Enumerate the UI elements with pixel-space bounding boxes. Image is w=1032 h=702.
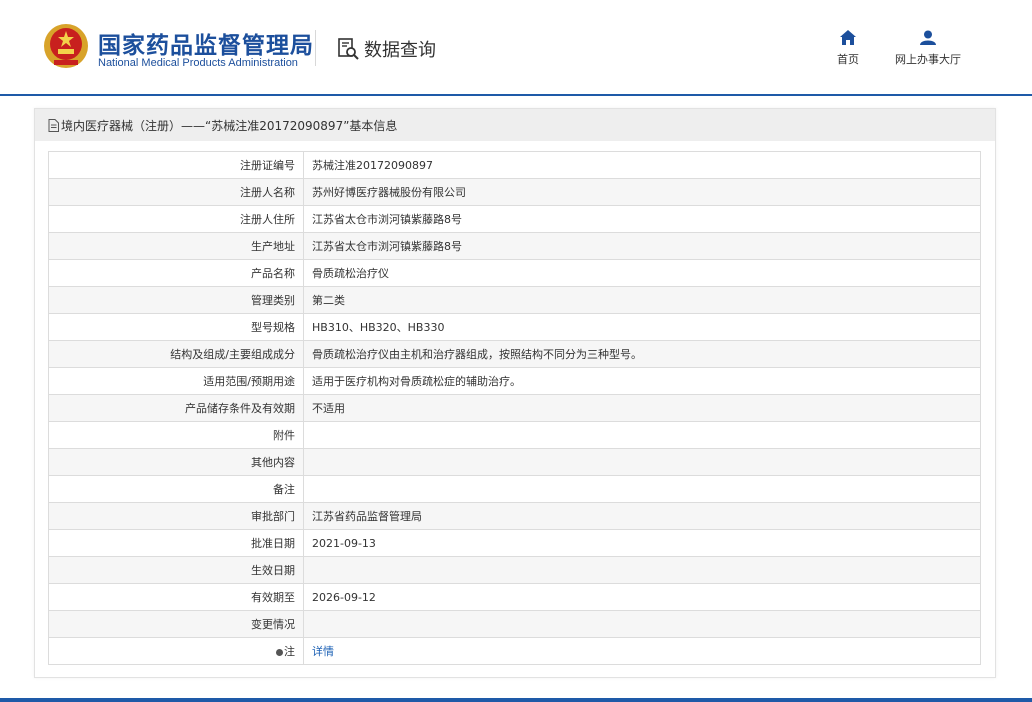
nav-online-service-hall[interactable]: 网上办事大厅 (888, 30, 968, 67)
table-row: 产品名称 骨质疏松治疗仪 (48, 259, 981, 287)
field-label: 适用范围/预期用途 (48, 367, 304, 395)
field-label: 结构及组成/主要组成成分 (48, 340, 304, 368)
data-query-title: 数据查询 (336, 36, 436, 62)
detail-panel: 境内医疗器械（注册）——“苏械注准20172090897”基本信息 注册证编号苏… (34, 108, 996, 678)
field-label: 批准日期 (48, 529, 304, 557)
field-label-note: 注 (48, 637, 304, 665)
table-row: 产品储存条件及有效期 不适用 (48, 394, 981, 422)
table-row: 注册人名称 苏州好博医疗器械股份有限公司 (48, 178, 981, 206)
field-value: 江苏省太仓市浏河镇紫藤路8号 (303, 205, 981, 233)
header-accent-line (0, 94, 1032, 96)
nav-home-label: 首页 (837, 53, 859, 66)
field-value-note: 详情 (303, 637, 981, 665)
field-value: 骨质疏松治疗仪 (303, 259, 981, 287)
national-emblem-icon (44, 24, 88, 68)
field-value: 不适用 (303, 394, 981, 422)
registration-info-table: 注册证编号 苏械注准20172090897 注册人名称 苏州好博医疗器械股份有限公司注… (48, 151, 981, 665)
table-row: 注册证编号 苏械注准20172090897 (48, 151, 981, 179)
table-row: 结构及组成/主要组成成分 骨质疏松治疗仪由主机和治疗器组成，按照结构不同分为三种型… (48, 340, 981, 368)
field-label: 注册人住所 (48, 205, 304, 233)
field-value: 江苏省太仓市浏河镇紫藤路8号 (303, 232, 981, 260)
site-title-cn: 国家药品监督管理局 (98, 33, 314, 59)
details-link[interactable]: 详情 (312, 645, 334, 658)
field-value (303, 610, 981, 638)
panel-title: 境内医疗器械（注册）——“苏械注准20172090897”基本信息 (61, 118, 398, 133)
nav-home[interactable]: 首页 (832, 30, 864, 67)
field-value: HB310、HB320、HB330 (303, 313, 981, 341)
field-label: 生产地址 (48, 232, 304, 260)
table-row: 注册人住所 江苏省太仓市浏河镇紫藤路8号 (48, 205, 981, 233)
field-value: 适用于医疗机构对骨质疏松症的辅助治疗。 (303, 367, 981, 395)
field-value: 骨质疏松治疗仪由主机和治疗器组成，按照结构不同分为三种型号。 (303, 340, 981, 368)
document-icon (48, 118, 59, 132)
header-divider (315, 30, 316, 66)
site-title-en: National Medical Products Administration (98, 57, 298, 69)
field-label: 管理类别 (48, 286, 304, 314)
field-value: 第二类 (303, 286, 981, 314)
field-value: 苏州好博医疗器械股份有限公司 (303, 178, 981, 206)
table-row: 附件 (48, 421, 981, 449)
table-row: 批准日期 2021-09-13 (48, 529, 981, 557)
table-row: 型号规格 HB310、HB320、HB330 (48, 313, 981, 341)
field-value (303, 475, 981, 503)
pin-icon (276, 648, 283, 656)
table-row-note: 注 详情 (48, 637, 981, 665)
field-value: 苏械注准20172090897 (303, 151, 981, 179)
field-value (303, 448, 981, 476)
field-label: 注册证编号 (48, 151, 304, 179)
footer-accent-line (0, 698, 1032, 702)
table-row: 审批部门 江苏省药品监督管理局 (48, 502, 981, 530)
table-row: 备注 (48, 475, 981, 503)
site-header: 国家药品监督管理局 National Medical Products Admi… (0, 0, 1032, 94)
table-row: 生产地址 江苏省太仓市浏河镇紫藤路8号 (48, 232, 981, 260)
field-value: 2026-09-12 (303, 583, 981, 611)
field-label: 审批部门 (48, 502, 304, 530)
panel-title-bar: 境内医疗器械（注册）——“苏械注准20172090897”基本信息 (35, 109, 995, 141)
home-icon (840, 30, 856, 45)
field-label: 有效期至 (48, 583, 304, 611)
field-value: 2021-09-13 (303, 529, 981, 557)
field-value: 江苏省药品监督管理局 (303, 502, 981, 530)
table-row: 变更情况 (48, 610, 981, 638)
field-label: 型号规格 (48, 313, 304, 341)
user-icon (920, 30, 936, 45)
field-label: 变更情况 (48, 610, 304, 638)
field-label: 其他内容 (48, 448, 304, 476)
field-value (303, 421, 981, 449)
table-row: 管理类别 第二类 (48, 286, 981, 314)
document-search-icon (338, 38, 359, 60)
data-query-label: 数据查询 (364, 40, 436, 61)
field-label: 备注 (48, 475, 304, 503)
table-row: 其他内容 (48, 448, 981, 476)
table-row: 有效期至 2026-09-12 (48, 583, 981, 611)
table-row: 生效日期 (48, 556, 981, 584)
note-label: 注 (284, 645, 295, 658)
field-label: 附件 (48, 421, 304, 449)
field-label: 生效日期 (48, 556, 304, 584)
nav-online-service-hall-label: 网上办事大厅 (895, 53, 961, 66)
field-label: 注册人名称 (48, 178, 304, 206)
field-value (303, 556, 981, 584)
table-row: 适用范围/预期用途 适用于医疗机构对骨质疏松症的辅助治疗。 (48, 367, 981, 395)
field-label: 产品储存条件及有效期 (48, 394, 304, 422)
field-label: 产品名称 (48, 259, 304, 287)
